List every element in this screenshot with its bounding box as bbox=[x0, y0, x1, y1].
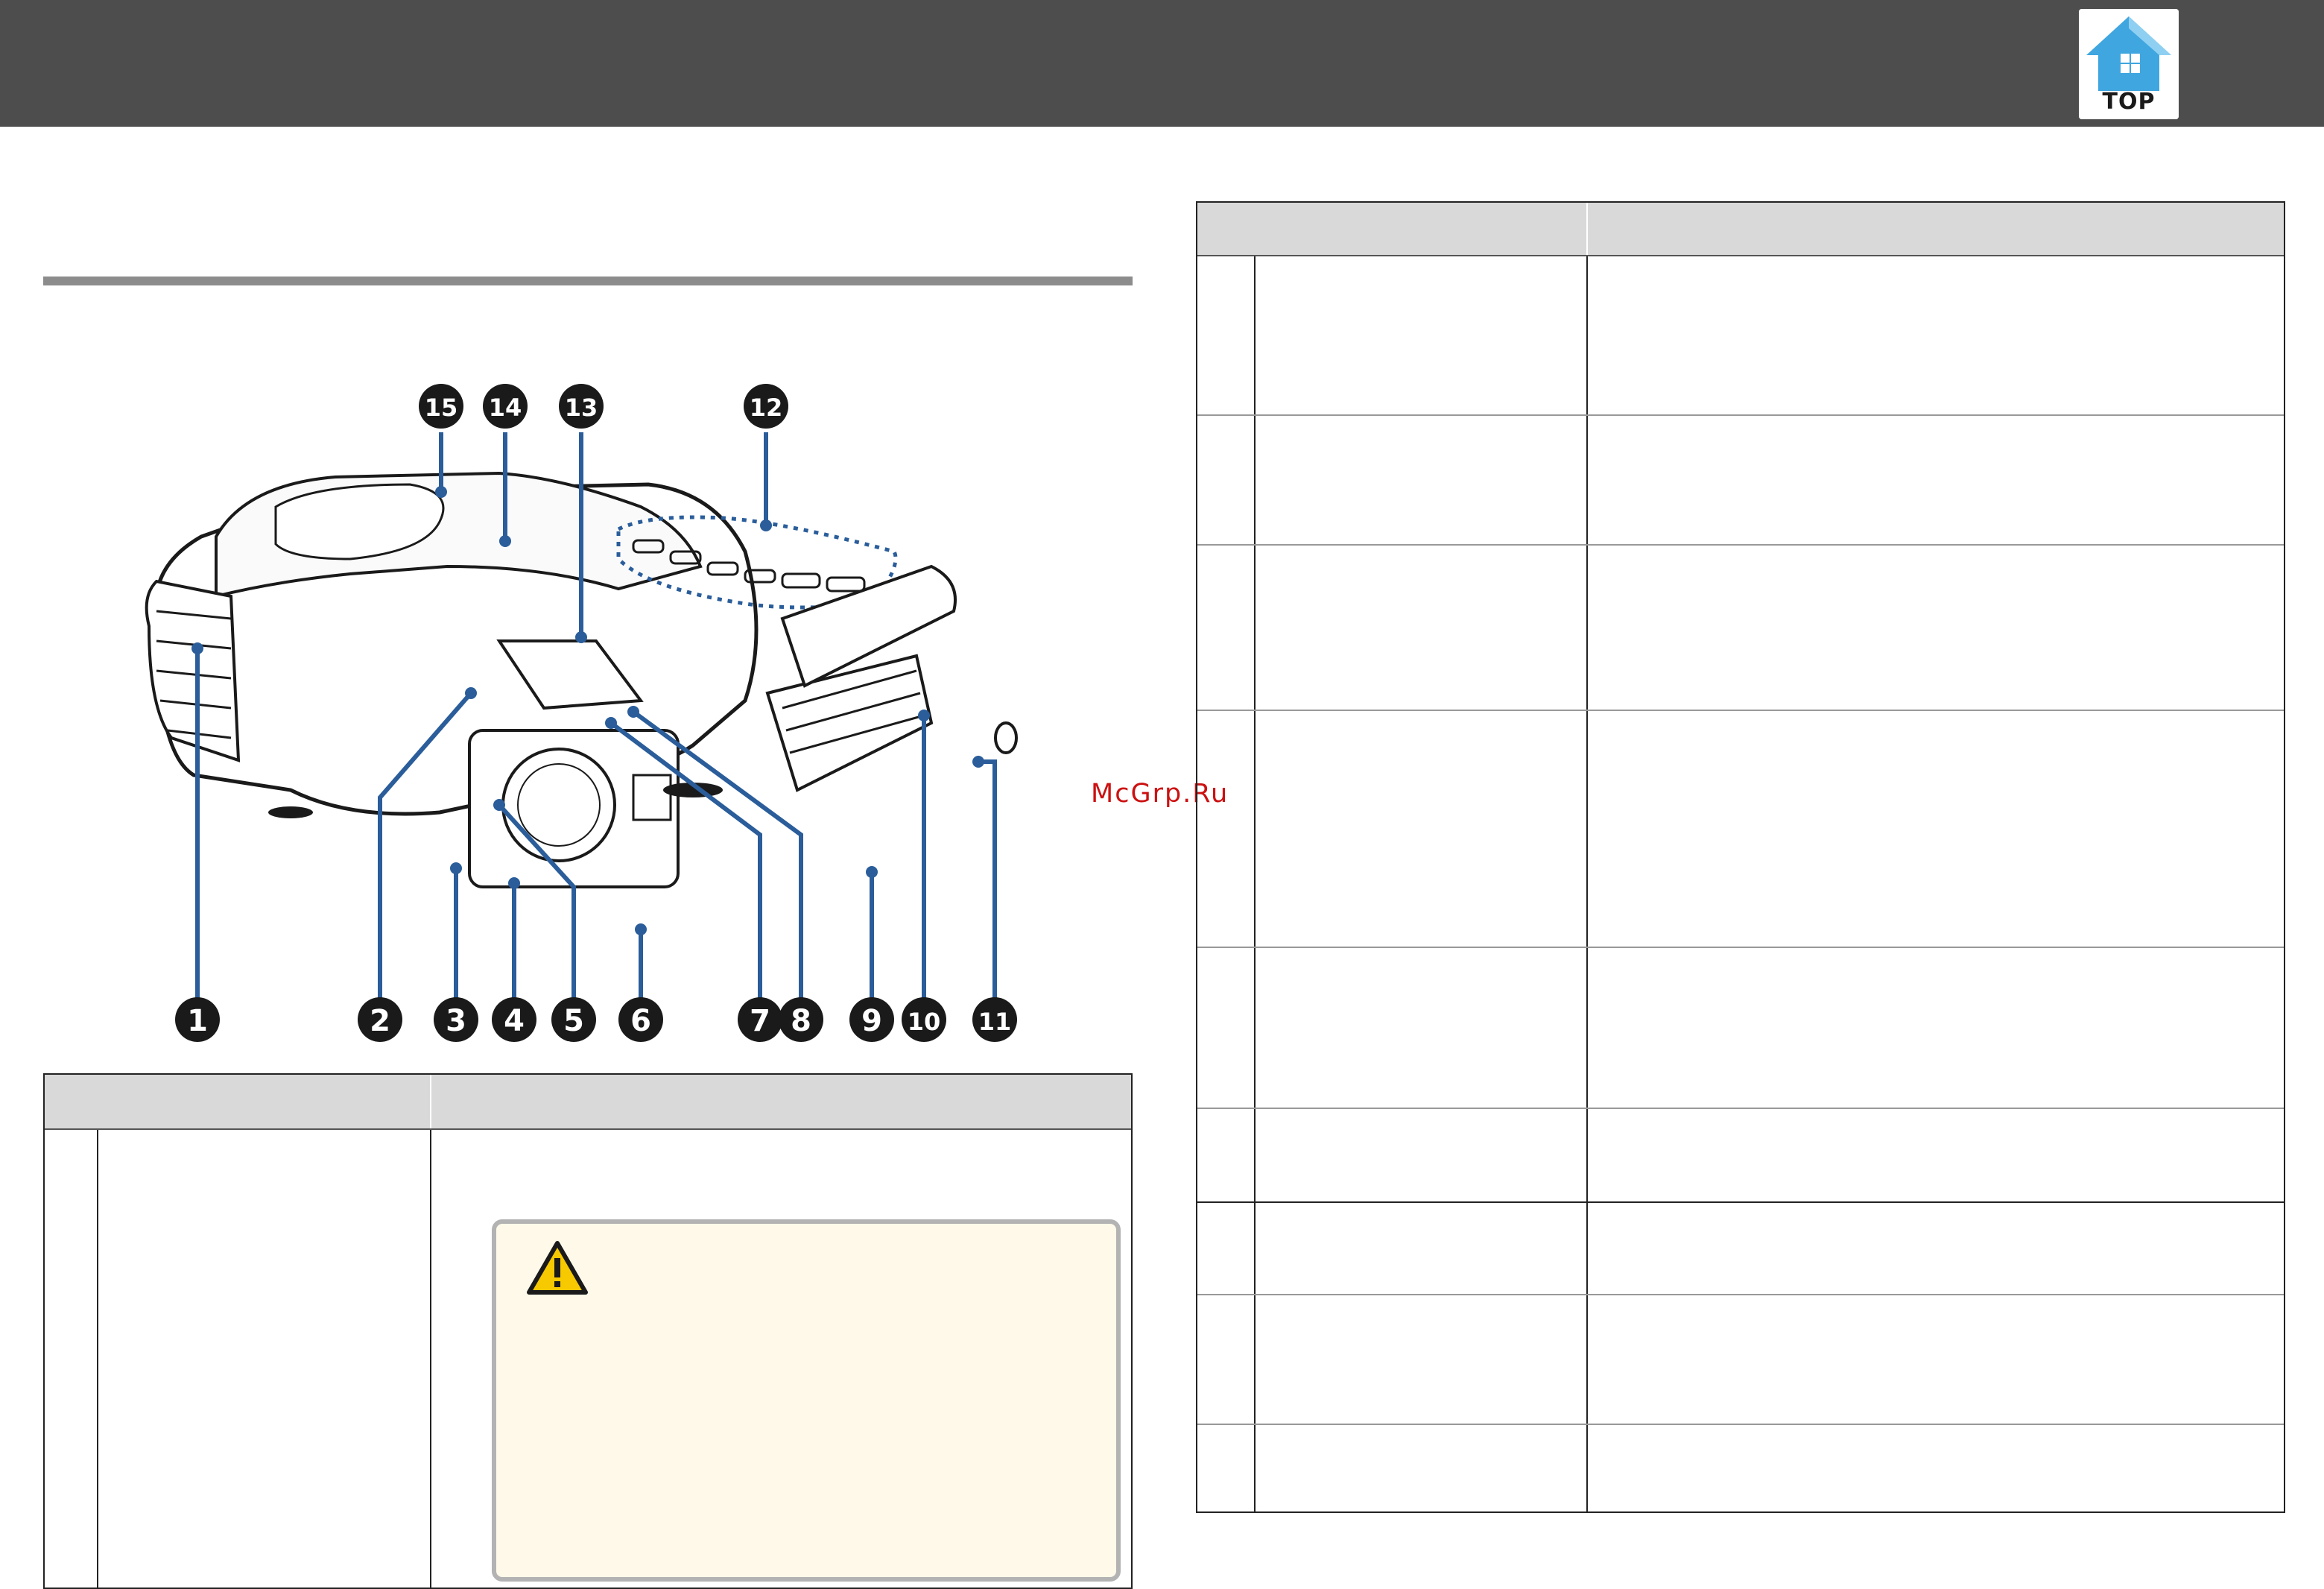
svg-text:12: 12 bbox=[750, 394, 783, 422]
svg-text:8: 8 bbox=[791, 1004, 811, 1038]
parts-table-right bbox=[1196, 201, 2285, 1513]
table-row bbox=[1197, 948, 2284, 1109]
callout-12: 12 bbox=[744, 384, 788, 429]
callout-9: 9 bbox=[849, 997, 894, 1042]
svg-text:2: 2 bbox=[370, 1004, 390, 1038]
svg-text:15: 15 bbox=[425, 394, 458, 422]
callout-6: 6 bbox=[618, 997, 663, 1042]
svg-text:13: 13 bbox=[565, 394, 598, 422]
svg-text:6: 6 bbox=[630, 1004, 651, 1038]
table-header bbox=[1197, 203, 2284, 256]
callout-7: 7 bbox=[738, 997, 782, 1042]
svg-text:11: 11 bbox=[978, 1008, 1012, 1036]
table-row bbox=[1197, 546, 2284, 711]
table-row bbox=[1197, 1425, 2284, 1513]
callout-14: 14 bbox=[483, 384, 528, 429]
callout-4: 4 bbox=[492, 997, 536, 1042]
callout-group-bottom: 1 2 3 4 5 6 7 8 9 10 11 bbox=[175, 997, 1017, 1042]
top-button[interactable]: TOP bbox=[2079, 9, 2179, 119]
top-button-label: TOP bbox=[2102, 89, 2156, 115]
table-row bbox=[1197, 256, 2284, 416]
callout-group-top: 15 14 13 12 bbox=[419, 384, 788, 429]
callout-15: 15 bbox=[419, 384, 463, 429]
callout-13: 13 bbox=[559, 384, 604, 429]
table-row bbox=[1197, 711, 2284, 948]
table-row bbox=[1197, 416, 2284, 546]
svg-text:7: 7 bbox=[750, 1004, 770, 1038]
svg-text:14: 14 bbox=[489, 394, 522, 422]
svg-text:4: 4 bbox=[504, 1004, 525, 1038]
projector-diagram: 1 2 3 4 5 6 7 8 9 10 11 15 14 13 12 bbox=[145, 384, 1018, 1042]
callout-2: 2 bbox=[358, 997, 402, 1042]
callout-5: 5 bbox=[551, 997, 596, 1042]
callout-1: 1 bbox=[175, 997, 220, 1042]
warning-triangle-icon bbox=[527, 1241, 588, 1295]
callout-11: 11 bbox=[972, 997, 1017, 1042]
table-row bbox=[1197, 1295, 2284, 1425]
svg-text:10: 10 bbox=[908, 1008, 941, 1036]
table-header-divider bbox=[1586, 203, 1588, 255]
svg-text:1: 1 bbox=[187, 1004, 208, 1038]
svg-text:9: 9 bbox=[861, 1004, 882, 1038]
caution-box bbox=[492, 1219, 1121, 1582]
svg-text:5: 5 bbox=[563, 1004, 584, 1038]
table-header-divider bbox=[430, 1075, 431, 1128]
section-divider bbox=[43, 277, 1133, 285]
header-bar: TOP bbox=[0, 0, 2324, 127]
callout-3: 3 bbox=[434, 997, 478, 1042]
table-row bbox=[1197, 1109, 2284, 1203]
table-col-divider bbox=[430, 1130, 431, 1588]
svg-text:3: 3 bbox=[446, 1004, 466, 1038]
table-header bbox=[45, 1075, 1131, 1130]
callout-8: 8 bbox=[779, 997, 823, 1042]
table-col-divider bbox=[97, 1130, 98, 1588]
callout-10: 10 bbox=[902, 997, 946, 1042]
table-row bbox=[1197, 1203, 2284, 1295]
